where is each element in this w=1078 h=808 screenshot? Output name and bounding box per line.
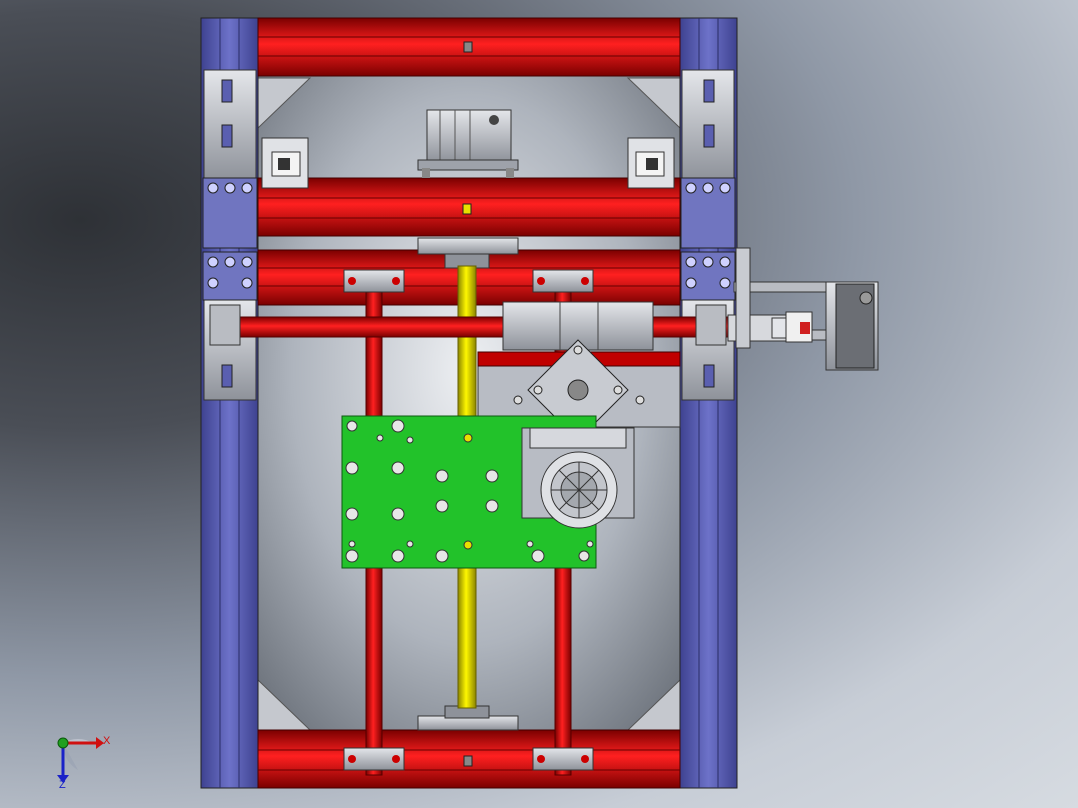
corner-connector — [680, 177, 736, 301]
rod-support — [343, 269, 405, 293]
triad-x-label: X — [103, 735, 111, 747]
rod-support — [532, 747, 594, 771]
profile-bracket — [203, 69, 257, 181]
limit-switch-right — [627, 137, 675, 189]
bottom-beam — [257, 729, 681, 789]
x-stepper-motor — [825, 281, 879, 371]
spindle-housing — [521, 427, 635, 529]
machine-model: X Z — [57, 17, 879, 791]
rod-support — [343, 747, 405, 771]
cad-viewport[interactable]: X Z — [0, 0, 1078, 808]
rod-support — [532, 269, 594, 293]
corner-connector — [202, 177, 258, 301]
x-rod-clamp-left — [209, 304, 241, 346]
profile-bracket — [681, 69, 735, 181]
x-rod-clamp-right — [695, 304, 727, 346]
top-stepper-motor — [417, 109, 519, 178]
x-axis-rod — [237, 316, 731, 338]
triad-z-label: Z — [59, 779, 66, 791]
limit-switch-left — [261, 137, 309, 189]
coordinate-triad-icon: X Z — [57, 735, 111, 791]
top-beam — [257, 17, 681, 77]
upper-beam — [257, 177, 681, 237]
motor-mount-plate — [735, 247, 751, 349]
